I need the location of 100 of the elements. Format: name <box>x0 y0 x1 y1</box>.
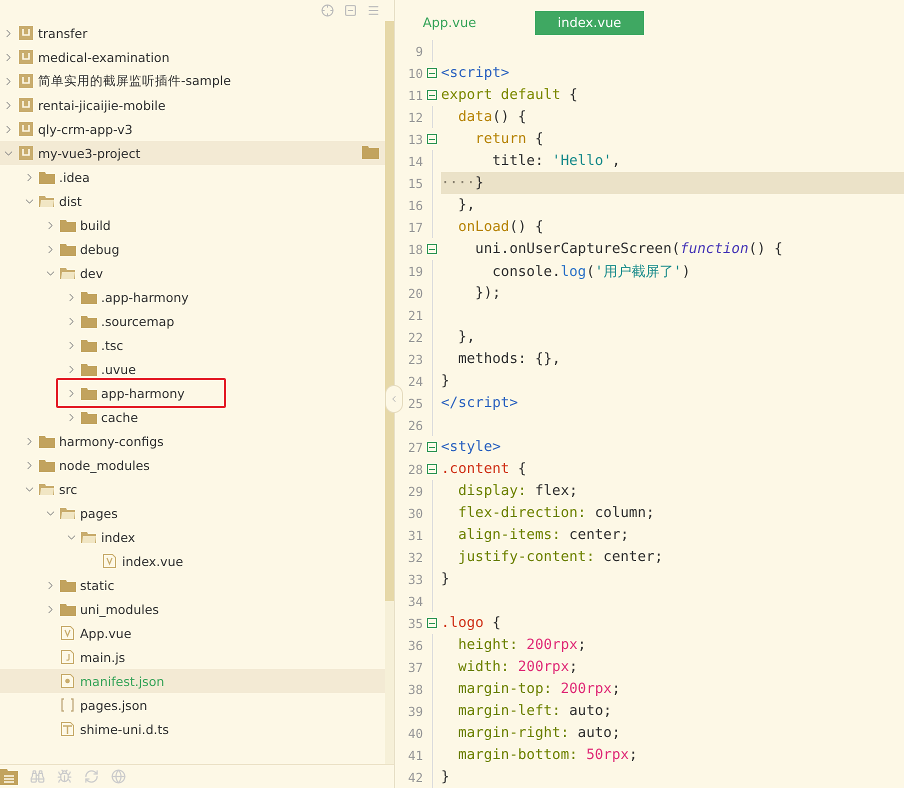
gear-file-icon <box>60 673 75 689</box>
tree-item-label[interactable]: .tsc <box>101 338 124 352</box>
line-number: 41 <box>406 748 423 762</box>
code-line: margin-left: auto; <box>457 703 612 719</box>
tree-item-label[interactable]: my-vue3-project <box>38 146 140 160</box>
line-number: 16 <box>406 198 423 212</box>
line-number: 27 <box>406 440 423 454</box>
brackets-icon <box>60 697 75 713</box>
tree-item-label[interactable]: qly-crm-app-v3 <box>38 122 133 136</box>
bug-icon[interactable] <box>57 769 72 784</box>
line-number: 23 <box>406 352 423 366</box>
tree-item-label[interactable]: .sourcemap <box>101 314 174 328</box>
code-line: flex-direction: column; <box>457 505 655 521</box>
project-icon <box>18 74 32 88</box>
tree-item-label[interactable]: transfer <box>38 26 88 40</box>
folder-icon <box>38 170 54 184</box>
tree-item-label[interactable]: debug <box>80 242 120 256</box>
tree-item-label[interactable]: .uvue <box>101 362 136 376</box>
fold-icon[interactable] <box>427 244 437 254</box>
tree-item-label[interactable]: uni_modules <box>80 602 159 616</box>
code-line: height: 200rpx; <box>457 637 586 653</box>
line-number: 36 <box>406 638 423 652</box>
folder-icon[interactable] <box>362 145 379 159</box>
line-number: 29 <box>406 484 423 498</box>
fold-icon[interactable] <box>427 464 437 474</box>
fold-icon[interactable] <box>427 90 437 100</box>
code-line: </script> <box>441 395 518 411</box>
folder-icon <box>80 314 96 328</box>
tree-item-label[interactable]: build <box>80 218 111 232</box>
folder-icon <box>60 602 76 616</box>
code-line: align-items: center; <box>457 527 629 543</box>
line-number: 38 <box>406 682 423 696</box>
list-icon[interactable] <box>0 768 18 784</box>
binoculars-icon[interactable] <box>30 769 45 784</box>
line-number: 33 <box>406 572 423 586</box>
line-number: 30 <box>406 506 423 520</box>
project-icon <box>18 98 32 112</box>
fold-icon[interactable] <box>427 68 437 78</box>
line-number: 14 <box>406 154 423 168</box>
code-line: margin-top: 200rpx; <box>457 681 620 697</box>
line-number: 19 <box>406 264 423 278</box>
open-folder-icon <box>60 266 76 280</box>
folder-icon <box>80 338 96 352</box>
code-line: uni.onUserCaptureScreen(function() { <box>474 241 783 257</box>
code-line: } <box>441 571 450 587</box>
locate-icon[interactable] <box>321 4 334 17</box>
tree-item-label[interactable]: index <box>101 530 136 544</box>
fold-icon[interactable] <box>427 618 437 628</box>
tree-item-label[interactable]: harmony-configs <box>59 434 164 448</box>
tree-item-label[interactable]: medical-examination <box>38 50 170 64</box>
file-icon <box>60 649 75 665</box>
folder-icon <box>80 290 96 304</box>
file-icon <box>60 625 75 641</box>
menu-icon[interactable] <box>367 4 380 17</box>
line-number: 22 <box>406 330 423 344</box>
code-line: }, <box>457 197 476 213</box>
fold-icon[interactable] <box>427 134 437 144</box>
collapse-handle[interactable] <box>385 385 403 413</box>
line-number: 32 <box>406 550 423 564</box>
globe-icon[interactable] <box>111 769 126 784</box>
tree-item-label[interactable]: index.vue <box>122 554 184 568</box>
tree-item-label[interactable]: .app-harmony <box>101 290 189 304</box>
line-number: 35 <box>406 616 423 630</box>
line-number: 42 <box>406 770 423 784</box>
tree-item-label[interactable]: pages.json <box>80 698 148 712</box>
tree-item-label[interactable]: cache <box>101 410 138 424</box>
tree-item-label[interactable]: dev <box>80 266 104 280</box>
line-number: 40 <box>406 726 423 740</box>
code-line: onLoad() { <box>457 219 544 235</box>
refresh-icon[interactable] <box>84 769 99 784</box>
fold-icon[interactable] <box>427 442 437 452</box>
line-number: 12 <box>406 110 423 124</box>
code-line: } <box>441 769 450 785</box>
line-number: 17 <box>406 220 423 234</box>
tree-item-label[interactable]: node_modules <box>59 458 150 472</box>
tree-item-label[interactable]: src <box>59 482 78 496</box>
tree-item-label[interactable]: .idea <box>59 170 90 184</box>
code-line: methods: {}, <box>457 351 561 367</box>
code-line: }); <box>474 285 501 301</box>
tree-item-label[interactable]: App.vue <box>80 626 132 640</box>
code-line: width: 200rpx; <box>457 659 578 675</box>
project-icon <box>18 26 32 40</box>
tree-item-label[interactable]: main.js <box>80 650 126 664</box>
line-number: 24 <box>406 374 423 388</box>
tree-item-label[interactable]: 简单实用的截屏监听插件-sample <box>38 72 231 90</box>
line-number: 20 <box>406 286 423 300</box>
tree-item-label[interactable]: app-harmony <box>101 386 185 400</box>
open-folder-icon <box>38 194 54 208</box>
tree-item-label[interactable]: dist <box>59 194 82 208</box>
tree-item-label[interactable]: rentai-jicaijie-mobile <box>38 98 166 112</box>
tree-row[interactable]: my-vue3-project <box>0 141 385 165</box>
line-number: 15 <box>406 176 423 190</box>
tree-item-label[interactable]: pages <box>80 506 118 520</box>
tree-item-label[interactable]: static <box>80 578 114 592</box>
scrollbar-thumb[interactable] <box>385 21 394 601</box>
collapse-icon[interactable] <box>344 4 357 17</box>
line-number: 9 <box>414 44 423 58</box>
tree-item-label[interactable]: shime-uni.d.ts <box>80 722 169 736</box>
line-number: 13 <box>406 132 423 146</box>
project-icon <box>18 50 32 64</box>
